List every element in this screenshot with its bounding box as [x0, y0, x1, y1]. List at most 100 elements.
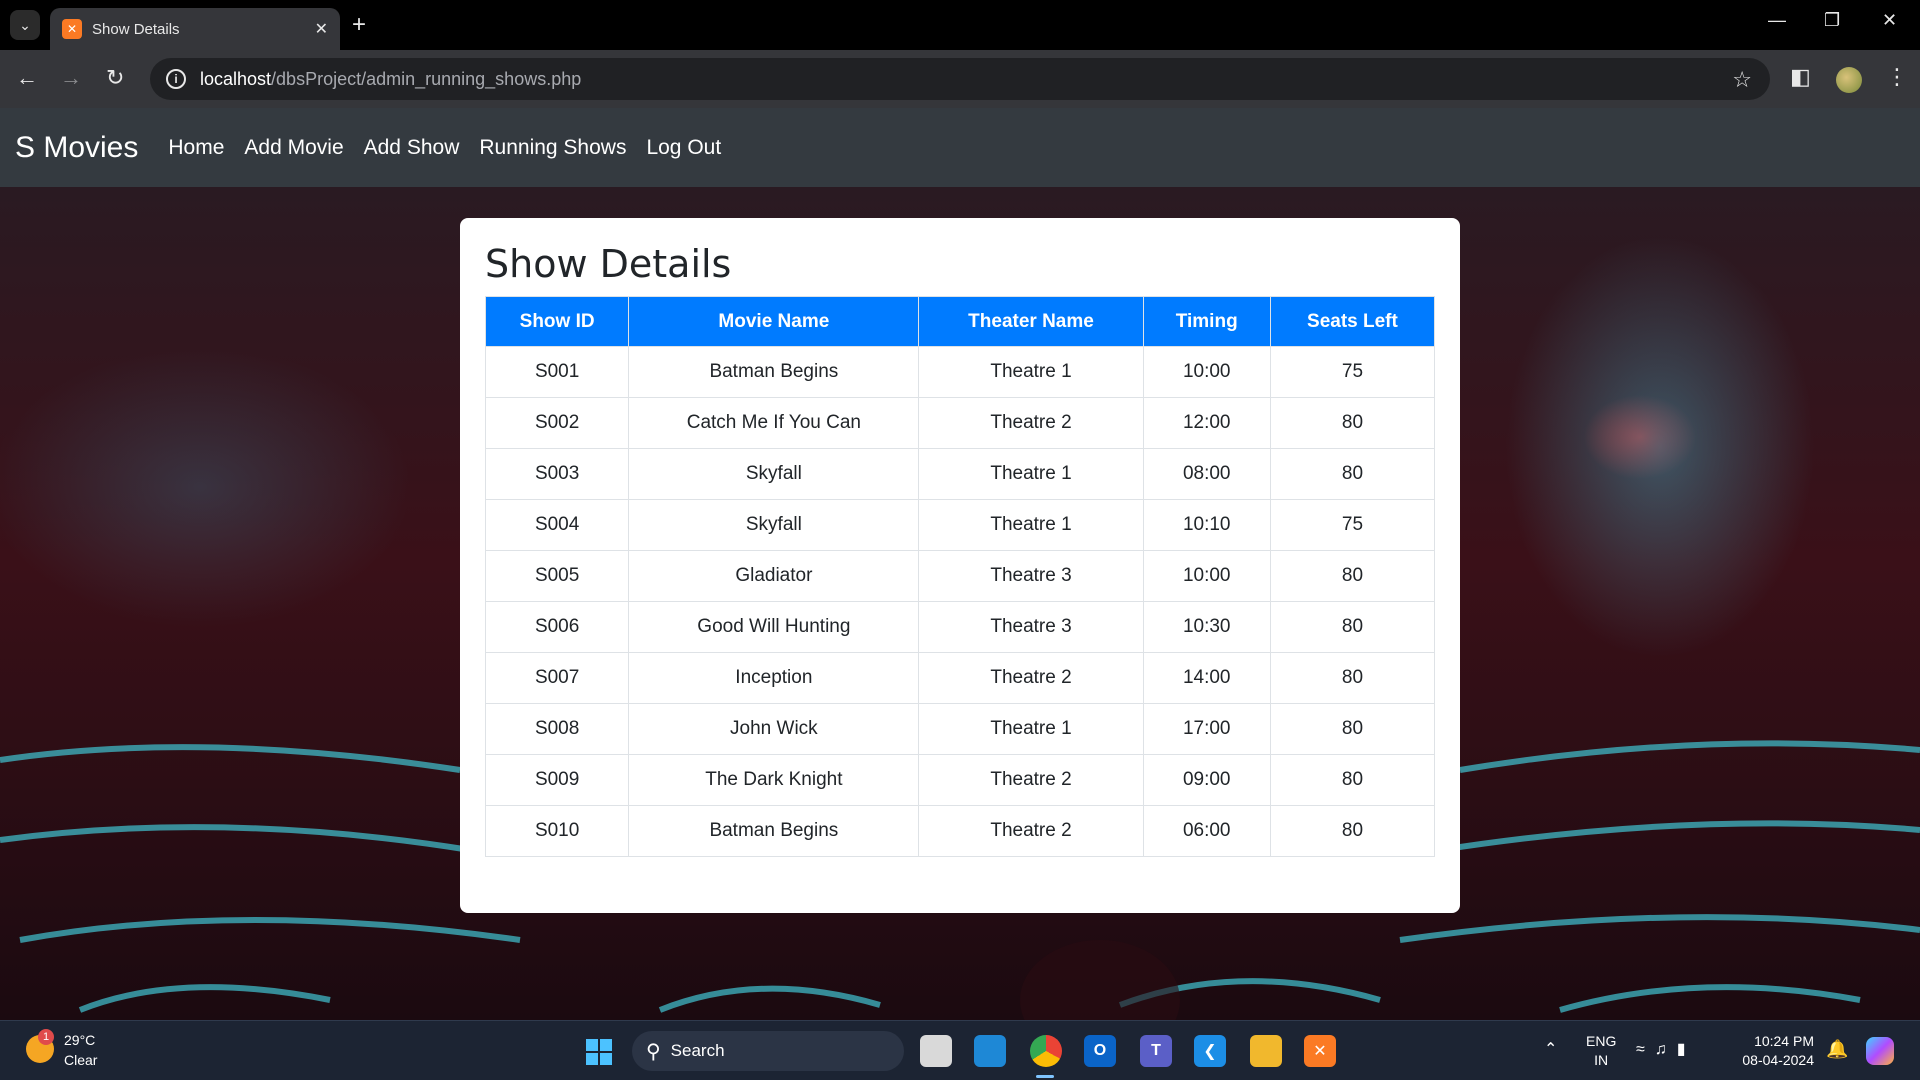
chrome-menu-icon[interactable]: ⋮ — [1886, 64, 1908, 90]
table-row: S009 The Dark Knight Theatre 2 09:00 80 — [484, 754, 1436, 806]
taskbar-search-label: Search — [670, 1041, 725, 1060]
battery-icon[interactable]: ▮ — [1677, 1041, 1696, 1058]
taskbar-search[interactable]: ⚲ Search — [632, 1031, 904, 1071]
table-cell: 08:00 — [1142, 448, 1271, 500]
chrome-app-icon[interactable] — [1030, 1035, 1062, 1067]
table-cell: S010 — [484, 805, 630, 857]
address-bar[interactable]: i localhost/dbsProject/admin_running_sho… — [150, 58, 1770, 100]
table-cell: 75 — [1269, 346, 1436, 398]
system-clock[interactable]: 10:24 PM 08-04-2024 — [1734, 1032, 1814, 1070]
url-path: /dbsProject/admin_running_shows.php — [271, 68, 582, 89]
table-cell: 80 — [1269, 550, 1436, 602]
table-cell: Theatre 1 — [918, 448, 1144, 500]
table-cell: Theatre 1 — [918, 703, 1144, 755]
site-info-icon[interactable]: i — [166, 69, 186, 89]
table-cell: Theatre 2 — [918, 754, 1144, 806]
table-cell: 14:00 — [1142, 652, 1271, 704]
restore-icon[interactable]: ❐ — [1824, 10, 1840, 31]
column-header: Movie Name — [628, 296, 920, 347]
clock-date: 08-04-2024 — [1742, 1052, 1814, 1068]
shows-table: Show ID Movie Name Theater Name Timing Seats… — [484, 296, 1436, 857]
table-cell: 80 — [1269, 397, 1436, 449]
tab-search-chevron-icon[interactable]: ⌄ — [10, 10, 40, 40]
desktop-app-icon[interactable] — [974, 1035, 1006, 1067]
teams-app-icon[interactable]: T — [1140, 1035, 1172, 1067]
browser-tab[interactable]: ✕ Show Details ✕ — [50, 8, 340, 50]
side-panel-icon[interactable]: ◧ — [1790, 64, 1811, 90]
new-tab-plus-icon[interactable]: + — [352, 12, 366, 38]
language-code: ENG — [1586, 1033, 1617, 1049]
notification-bell-icon[interactable]: 🔔 — [1826, 1039, 1848, 1060]
table-cell: 80 — [1269, 754, 1436, 806]
window-close-icon[interactable]: ✕ — [1882, 10, 1897, 31]
weather-condition[interactable]: Clear — [64, 1052, 97, 1068]
task-view-icon[interactable] — [920, 1035, 952, 1067]
table-cell: Theatre 2 — [918, 805, 1144, 857]
outlook-app-icon[interactable]: O — [1084, 1035, 1116, 1067]
table-cell: S005 — [484, 550, 630, 602]
table-cell: Inception — [628, 652, 920, 704]
table-cell: John Wick — [628, 703, 920, 755]
language-indicator[interactable]: ENG IN — [1586, 1032, 1616, 1070]
table-cell: 80 — [1269, 448, 1436, 500]
table-cell: 80 — [1269, 601, 1436, 653]
table-row: S010 Batman Begins Theatre 2 06:00 80 — [484, 805, 1436, 857]
search-icon: ⚲ — [646, 1040, 661, 1063]
weather-temperature[interactable]: 29°C — [64, 1032, 95, 1048]
xampp-app-icon[interactable]: ✕ — [1304, 1035, 1336, 1067]
wifi-icon[interactable]: ≈ — [1636, 1041, 1655, 1058]
clock-time: 10:24 PM — [1754, 1033, 1814, 1049]
table-row: S008 John Wick Theatre 1 17:00 80 — [484, 703, 1436, 755]
table-cell: Skyfall — [628, 499, 920, 551]
tab-strip: ⌄ ✕ Show Details ✕ + — ❐ ✕ — [0, 0, 1920, 50]
forward-arrow-icon[interactable]: → — [60, 66, 82, 90]
show-details-card: Show Details Show ID Movie Name Theater Na… — [460, 218, 1460, 913]
nav-link-home[interactable]: Home — [168, 136, 224, 160]
table-row: S006 Good Will Hunting Theatre 3 10:30 80 — [484, 601, 1436, 653]
table-cell: 75 — [1269, 499, 1436, 551]
windows-start-icon[interactable] — [586, 1039, 612, 1065]
brand-logo-text[interactable]: S Movies — [15, 131, 138, 165]
site-navbar: S Movies Home Add Movie Add Show Running… — [0, 108, 1920, 187]
browser-toolbar: ← → ↻ i localhost/dbsProject/admin_runni… — [0, 50, 1920, 108]
table-row: S007 Inception Theatre 2 14:00 80 — [484, 652, 1436, 704]
reload-icon[interactable]: ↻ — [106, 66, 124, 90]
table-cell: Good Will Hunting — [628, 601, 920, 653]
active-app-indicator — [1036, 1075, 1054, 1078]
table-cell: S003 — [484, 448, 630, 500]
tab-close-icon[interactable]: ✕ — [315, 19, 328, 39]
table-body: S001 Batman Begins Theatre 1 10:00 75 S002 Cat… — [484, 346, 1436, 857]
table-cell: 17:00 — [1142, 703, 1271, 755]
table-cell: Catch Me If You Can — [628, 397, 920, 449]
table-cell: S009 — [484, 754, 630, 806]
table-cell: Theatre 2 — [918, 652, 1144, 704]
nav-link-running-shows[interactable]: Running Shows — [479, 136, 626, 160]
table-cell: Theatre 3 — [918, 601, 1144, 653]
table-row: S004 Skyfall Theatre 1 10:10 75 — [484, 499, 1436, 551]
minimize-icon[interactable]: — — [1768, 10, 1786, 31]
column-header: Show ID — [484, 296, 630, 347]
table-cell: 80 — [1269, 805, 1436, 857]
table-cell: Gladiator — [628, 550, 920, 602]
nav-link-add-movie[interactable]: Add Movie — [244, 136, 343, 160]
nav-link-log-out[interactable]: Log Out — [646, 136, 721, 160]
bookmark-star-icon[interactable]: ☆ — [1732, 67, 1752, 93]
nav-link-add-show[interactable]: Add Show — [364, 136, 460, 160]
table-cell: S001 — [484, 346, 630, 398]
table-cell: 06:00 — [1142, 805, 1271, 857]
table-row: S005 Gladiator Theatre 3 10:00 80 — [484, 550, 1436, 602]
copilot-icon[interactable] — [1866, 1037, 1894, 1065]
tab-title: Show Details — [92, 20, 180, 38]
profile-avatar[interactable] — [1836, 67, 1862, 93]
tray-status-icons[interactable]: ≈♫▮ — [1636, 1039, 1696, 1059]
table-cell: 10:00 — [1142, 550, 1271, 602]
back-arrow-icon[interactable]: ← — [16, 66, 38, 90]
table-cell: 10:30 — [1142, 601, 1271, 653]
file-explorer-icon[interactable] — [1250, 1035, 1282, 1067]
table-cell: Theatre 3 — [918, 550, 1144, 602]
volume-icon[interactable]: ♫ — [1655, 1041, 1677, 1058]
vscode-app-icon[interactable]: ❮ — [1194, 1035, 1226, 1067]
table-cell: Theatre 2 — [918, 397, 1144, 449]
tray-overflow-chevron-icon[interactable]: ⌃ — [1544, 1039, 1557, 1059]
table-cell: 10:00 — [1142, 346, 1271, 398]
